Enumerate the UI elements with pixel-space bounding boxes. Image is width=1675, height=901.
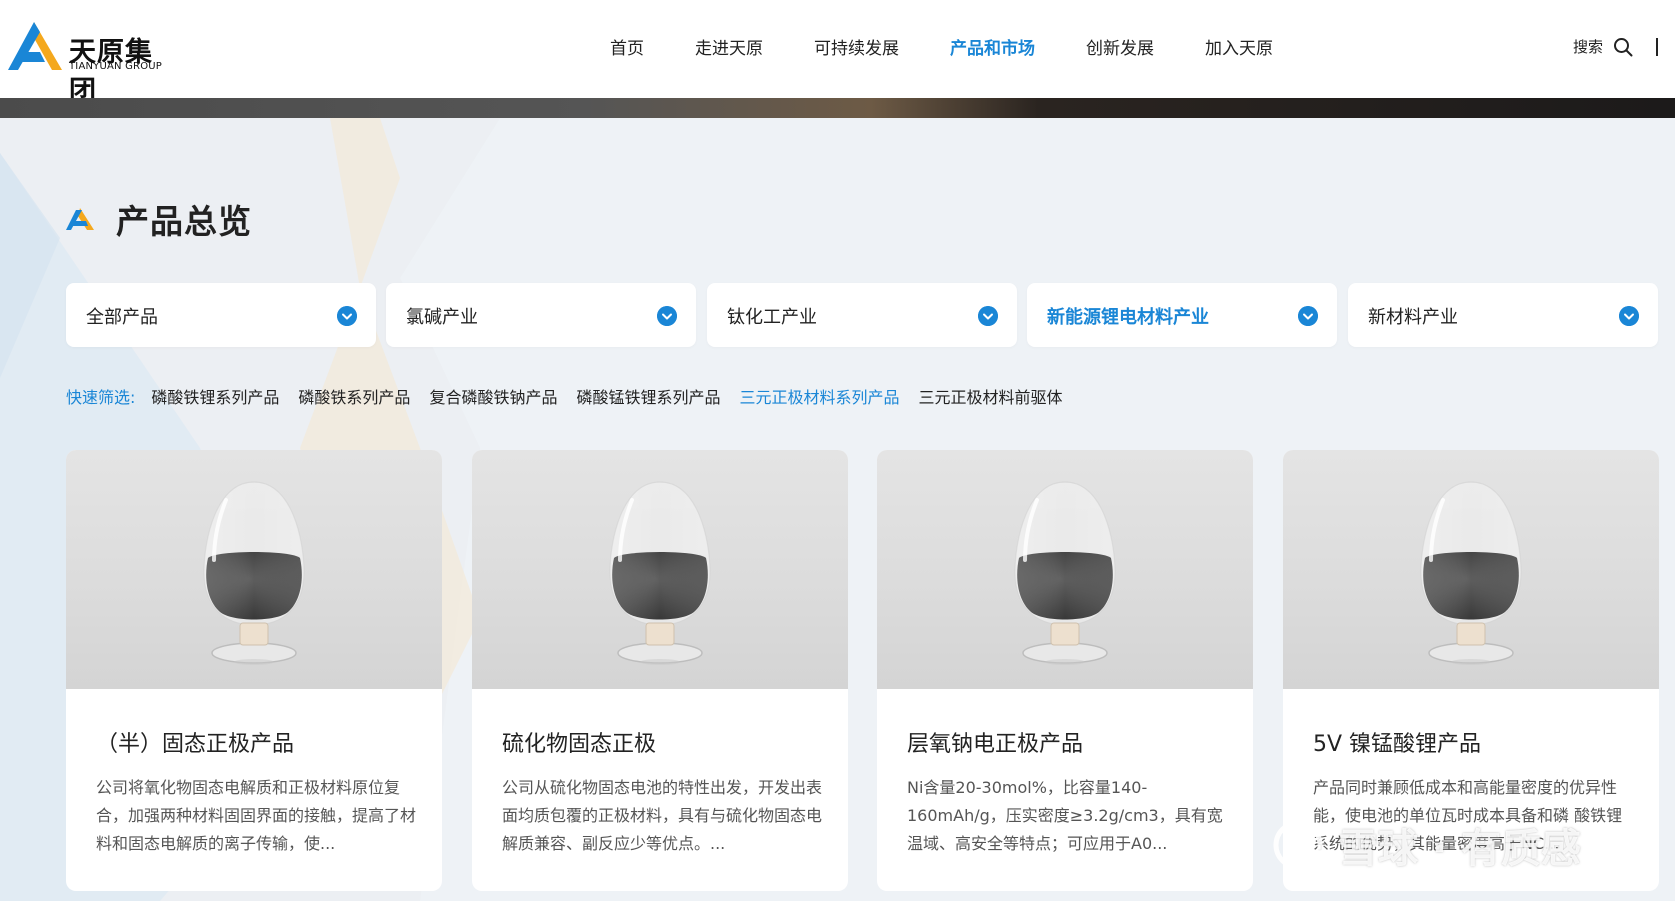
product-card[interactable]: （半）固态正极产品 公司将氧化物固态电解质和正极材料原位复合，加强两种材料固固界… — [66, 450, 442, 891]
quick-filter-label: 快速筛选: — [66, 388, 136, 407]
product-title: 硫化物固态正极 — [502, 732, 657, 757]
search-label: 搜索 — [1573, 38, 1604, 56]
filter-sodium-iron-phosphate[interactable]: 复合磷酸铁钠产品 — [429, 384, 557, 408]
category-dropdown-all[interactable]: 全部产品 — [66, 283, 376, 347]
product-card[interactable]: 硫化物固态正极 公司从硫化物固态电池的特性出发，开发出表面均质包覆的正极材料，具… — [472, 450, 848, 891]
nav-item-about[interactable]: 走进天原 — [695, 34, 763, 59]
powder-flask-image — [1014, 481, 1116, 665]
brand-logo[interactable]: 天原集团 TIANYUAN GROUP — [6, 22, 166, 107]
section-title-logo-icon — [66, 208, 94, 230]
main-nav: 首页 走进天原 可持续发展 产品和市场 创新发展 加入天原 — [610, 0, 1324, 92]
product-card[interactable]: 层氧钠电正极产品 Ni含量20-30mol%，比容量140-160mAh/g，压… — [877, 450, 1253, 891]
product-title: 5V 镍锰酸锂产品 — [1313, 732, 1482, 757]
nav-item-innovation[interactable]: 创新发展 — [1086, 34, 1154, 59]
category-dropdown-lithium-battery[interactable]: 新能源锂电材料产业 — [1027, 283, 1337, 347]
product-description: Ni含量20-30mol%，比容量140-160mAh/g，压实密度≥3.2g/… — [907, 778, 1223, 853]
site-header: 天原集团 TIANYUAN GROUP 首页 走进天原 可持续发展 产品和市场 … — [0, 0, 1675, 107]
chevron-down-icon — [657, 306, 677, 326]
product-image — [877, 450, 1253, 689]
category-label: 新能源锂电材料产业 — [1047, 307, 1209, 328]
product-title: 层氧钠电正极产品 — [907, 732, 1084, 757]
product-description: 公司从硫化物固态电池的特性出发，开发出表面均质包覆的正极材料，具有与硫化物固态电… — [502, 778, 823, 853]
product-image — [472, 450, 848, 689]
powder-flask-image — [609, 481, 711, 665]
category-label: 钛化工产业 — [727, 307, 817, 328]
product-image — [1283, 450, 1659, 689]
watermark: 雪球 · 有质感 — [1268, 816, 1581, 874]
banner-image-strip — [0, 98, 1675, 118]
nav-item-join[interactable]: 加入天原 — [1205, 34, 1273, 59]
header-divider — [1656, 38, 1658, 56]
tianyuan-logo-icon — [8, 22, 62, 70]
section-title: 产品总览 — [116, 202, 252, 241]
category-label: 新材料产业 — [1368, 307, 1458, 328]
category-dropdown-chlor-alkali[interactable]: 氯碱产业 — [386, 283, 696, 347]
chevron-down-icon — [337, 306, 357, 326]
product-description: 公司将氧化物固态电解质和正极材料原位复合，加强两种材料固固界面的接触，提高了材料… — [96, 778, 417, 853]
chevron-down-icon — [1298, 306, 1318, 326]
search-button[interactable]: 搜索 — [1573, 36, 1633, 57]
nav-item-sustainability[interactable]: 可持续发展 — [814, 34, 899, 59]
product-image — [66, 450, 442, 689]
filter-ternary-cathode-series[interactable]: 三元正极材料系列产品 — [739, 384, 899, 408]
nav-item-home[interactable]: 首页 — [610, 34, 644, 59]
quick-filter: 快速筛选: 磷酸铁锂系列产品 磷酸铁系列产品 复合磷酸铁钠产品 磷酸锰铁锂系列产… — [66, 384, 1082, 408]
filter-lfp-series[interactable]: 磷酸铁锂系列产品 — [151, 384, 279, 408]
filter-iron-phosphate-series[interactable]: 磷酸铁系列产品 — [298, 384, 410, 408]
section-header: 产品总览 — [66, 195, 252, 243]
chevron-down-icon — [978, 306, 998, 326]
watermark-text: 雪球 · 有质感 — [1338, 826, 1582, 872]
powder-flask-image — [203, 481, 305, 665]
filter-lmfp-series[interactable]: 磷酸锰铁锂系列产品 — [576, 384, 720, 408]
category-label: 全部产品 — [86, 307, 158, 328]
category-dropdown-titanium[interactable]: 钛化工产业 — [707, 283, 1017, 347]
search-icon — [1614, 37, 1633, 56]
filter-ternary-precursor[interactable]: 三元正极材料前驱体 — [918, 384, 1062, 408]
product-title: （半）固态正极产品 — [96, 732, 295, 757]
nav-item-products-markets[interactable]: 产品和市场 — [950, 34, 1035, 59]
powder-flask-image — [1420, 481, 1522, 665]
snowball-logo-icon — [1273, 820, 1323, 870]
brand-name-en: TIANYUAN GROUP — [69, 61, 163, 72]
category-dropdown-new-materials[interactable]: 新材料产业 — [1348, 283, 1658, 347]
category-label: 氯碱产业 — [406, 307, 478, 328]
chevron-down-icon — [1619, 306, 1639, 326]
